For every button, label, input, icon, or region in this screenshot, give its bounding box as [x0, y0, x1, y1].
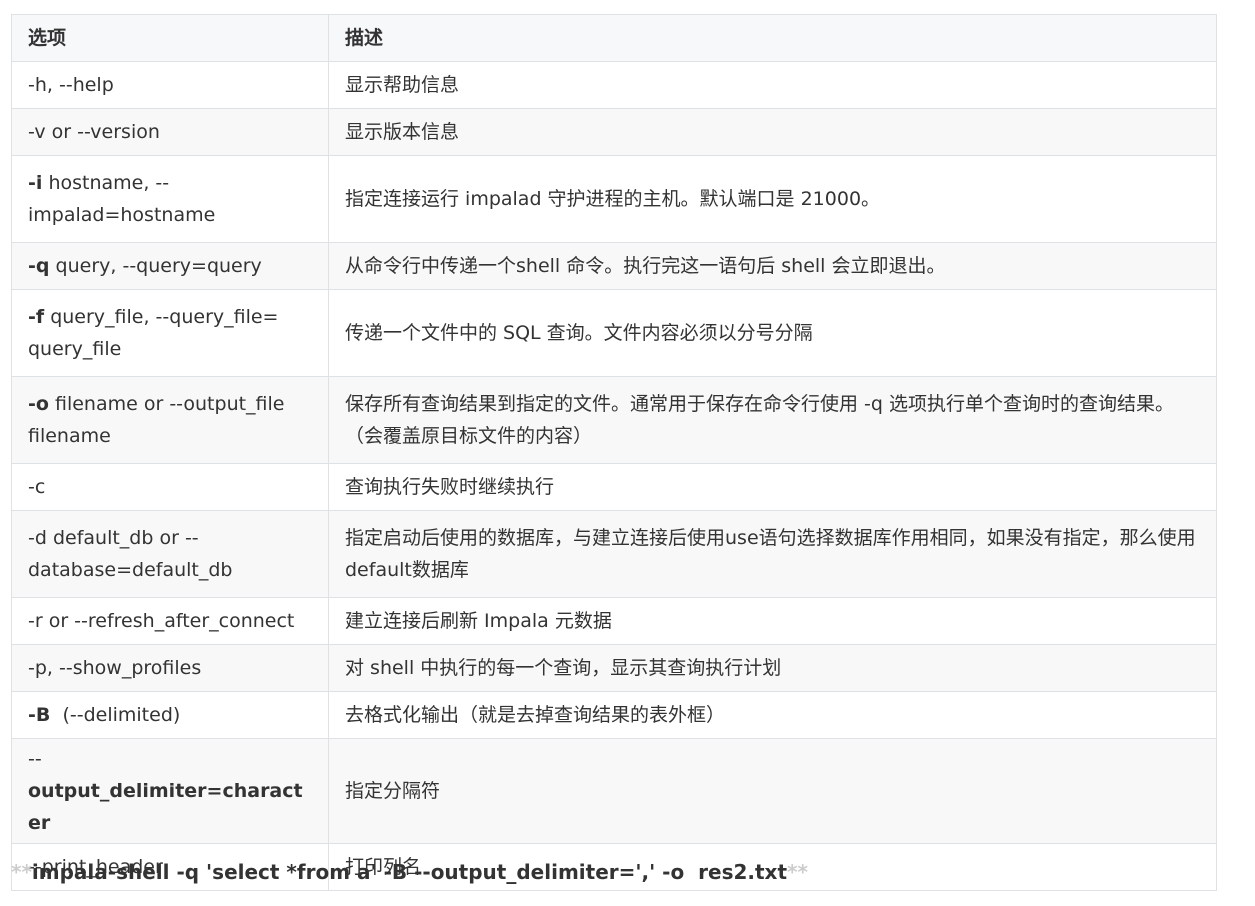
table-row: -B (--delimited) 去格式化输出（就是去掉查询结果的表外框） [11, 691, 1217, 739]
description-cell: 显示版本信息 [328, 108, 1217, 156]
table-row: -v or --version 显示版本信息 [11, 108, 1217, 156]
description-cell: 指定分隔符 [328, 738, 1217, 844]
option-text: -d default_db or --database=default_db [28, 527, 233, 581]
option-flag: -i [28, 172, 43, 194]
option-cell: -r or --refresh_after_connect [11, 597, 329, 645]
command-text: impala-shell -q 'select *from a' -B --ou… [31, 860, 788, 884]
option-flag: -o [28, 393, 49, 415]
markdown-bold-close-mark: ** [787, 860, 808, 884]
table-header-row: 选项 描述 [11, 14, 1217, 62]
option-flag: output_delimiter=character [28, 780, 303, 834]
option-text: query, --query=query [49, 255, 262, 277]
option-cell: -o filename or --output_file filename [11, 376, 329, 464]
description-cell: 去格式化输出（就是去掉查询结果的表外框） [328, 691, 1217, 739]
option-cell: -- output_delimiter=character [11, 738, 329, 844]
options-table: 选项 描述 -h, --help 显示帮助信息 -v or --version … [11, 14, 1217, 891]
description-cell: 显示帮助信息 [328, 61, 1217, 109]
option-text: query_file, --query_file= query_file [28, 306, 279, 360]
option-text: -r or --refresh_after_connect [28, 610, 295, 632]
option-cell: -q query, --query=query [11, 242, 329, 290]
description-cell: 指定启动后使用的数据库，与建立连接后使用use语句选择数据库作用相同，如果没有指… [328, 510, 1217, 598]
option-text: -h, --help [28, 74, 114, 96]
command-example: **impala-shell -q 'select *from a' -B --… [11, 856, 808, 888]
option-cell: -d default_db or --database=default_db [11, 510, 329, 598]
option-text: -- [28, 748, 42, 770]
option-text: filename or --output_file filename [28, 393, 285, 447]
option-text: hostname, --impalad=hostname [28, 172, 216, 226]
option-cell: -h, --help [11, 61, 329, 109]
option-cell: -B (--delimited) [11, 691, 329, 739]
header-option: 选项 [11, 14, 329, 62]
description-cell: 传递一个文件中的 SQL 查询。文件内容必须以分号分隔 [328, 289, 1217, 377]
option-cell: -f query_file, --query_file= query_file [11, 289, 329, 377]
option-flag: -q [28, 255, 50, 277]
option-flag: -B [28, 704, 51, 726]
table-row: -r or --refresh_after_connect 建立连接后刷新 Im… [11, 597, 1217, 645]
table-row: -p, --show_profiles 对 shell 中执行的每一个查询，显示… [11, 644, 1217, 692]
description-cell: 对 shell 中执行的每一个查询，显示其查询执行计划 [328, 644, 1217, 692]
markdown-bold-open-mark: ** [11, 860, 32, 884]
table-row: -o filename or --output_file filename 保存… [11, 376, 1217, 464]
table-row: -d default_db or --database=default_db 指… [11, 510, 1217, 598]
option-cell: -i hostname, --impalad=hostname [11, 155, 329, 243]
table-row: -q query, --query=query 从命令行中传递一个shell 命… [11, 242, 1217, 290]
option-flag: -f [28, 306, 45, 328]
table-row: -h, --help 显示帮助信息 [11, 61, 1217, 109]
table-row: -f query_file, --query_file= query_file … [11, 289, 1217, 377]
option-text: -v or --version [28, 121, 160, 143]
description-cell: 建立连接后刷新 Impala 元数据 [328, 597, 1217, 645]
option-cell: -v or --version [11, 108, 329, 156]
table-row: -- output_delimiter=character 指定分隔符 [11, 738, 1217, 844]
option-text: -c [28, 476, 46, 498]
table-row: -c 查询执行失败时继续执行 [11, 463, 1217, 511]
table-row: -i hostname, --impalad=hostname 指定连接运行 i… [11, 155, 1217, 243]
description-cell: 指定连接运行 impalad 守护进程的主机。默认端口是 21000。 [328, 155, 1217, 243]
option-text: (--delimited) [50, 704, 181, 726]
option-cell: -c [11, 463, 329, 511]
header-description: 描述 [328, 14, 1217, 62]
option-text: -p, --show_profiles [28, 657, 202, 679]
description-cell: 保存所有查询结果到指定的文件。通常用于保存在命令行使用 -q 选项执行单个查询时… [328, 376, 1217, 464]
description-cell: 从命令行中传递一个shell 命令。执行完这一语句后 shell 会立即退出。 [328, 242, 1217, 290]
option-cell: -p, --show_profiles [11, 644, 329, 692]
description-cell: 查询执行失败时继续执行 [328, 463, 1217, 511]
